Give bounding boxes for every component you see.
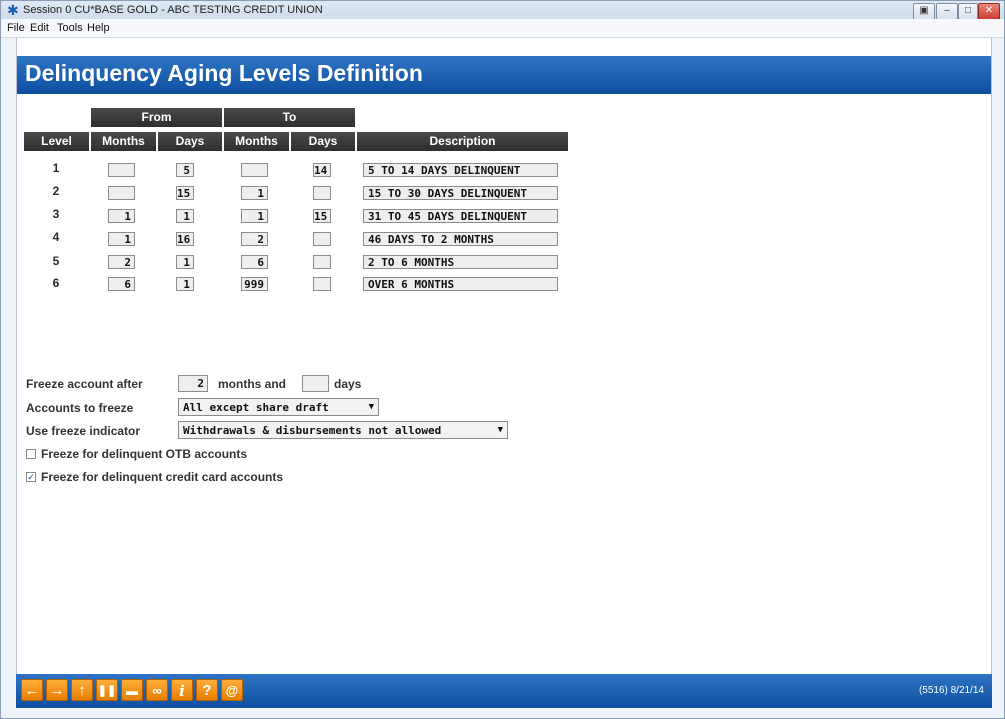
app-window: ✱ Session 0 CU*BASE GOLD - ABC TESTING C… xyxy=(0,0,1005,719)
row-level: 4 xyxy=(52,230,60,244)
from-days-input[interactable]: 5 xyxy=(176,163,194,177)
row-level: 5 xyxy=(52,254,60,268)
credit-card-checkbox[interactable]: ✓ xyxy=(26,472,36,482)
from-days-input[interactable]: 1 xyxy=(176,209,194,223)
minimize-button[interactable]: – xyxy=(936,3,958,20)
version-text: (5516) 8/21/14 xyxy=(918,685,984,696)
accounts-to-freeze-select[interactable]: All except share draft ▼ xyxy=(178,398,379,416)
header-to-days: Days xyxy=(291,132,355,151)
at-icon[interactable]: @ xyxy=(221,679,243,701)
up-arrow-icon[interactable]: ↑ xyxy=(71,679,93,701)
row-level: 6 xyxy=(52,276,60,290)
from-days-input[interactable]: 16 xyxy=(176,232,194,246)
from-days-input[interactable]: 15 xyxy=(176,186,194,200)
header-description: Description xyxy=(357,132,568,151)
page-title: Delinquency Aging Levels Definition xyxy=(25,60,423,86)
from-months-input[interactable]: 2 xyxy=(108,255,135,269)
freeze-days-input[interactable] xyxy=(302,375,329,392)
footer-toolbar: ← → ↑ ❚❚ ▬ ∞ i ? @ (5516) 8/21/14 xyxy=(16,674,992,708)
header-level: Level xyxy=(24,132,89,151)
credit-card-label: Freeze for delinquent credit card accoun… xyxy=(41,470,284,484)
to-months-input[interactable]: 2 xyxy=(241,232,268,246)
description-input[interactable]: 46 DAYS TO 2 MONTHS xyxy=(363,232,558,246)
description-input[interactable]: OVER 6 MONTHS xyxy=(363,277,558,291)
otb-label: Freeze for delinquent OTB accounts xyxy=(41,447,248,461)
chevron-down-icon: ▼ xyxy=(368,402,374,412)
to-days-input[interactable] xyxy=(313,232,331,246)
to-months-input[interactable] xyxy=(241,163,268,177)
freeze-indicator-value: Withdrawals & disbursements not allowed xyxy=(183,424,442,437)
header-from: From xyxy=(91,108,222,127)
menu-edit[interactable]: Edit xyxy=(30,22,49,34)
to-days-input[interactable]: 15 xyxy=(313,209,331,223)
header-to: To xyxy=(224,108,355,127)
info-icon[interactable]: i xyxy=(171,679,193,701)
from-days-input[interactable]: 1 xyxy=(176,277,194,291)
restore-icon[interactable]: ▣ xyxy=(913,3,935,20)
forward-arrow-icon[interactable]: → xyxy=(46,679,68,701)
menu-bar: File Edit Tools Help xyxy=(1,19,1004,38)
menu-file[interactable]: File xyxy=(7,22,25,34)
row-level: 3 xyxy=(52,207,60,221)
help-icon[interactable]: ? xyxy=(196,679,218,701)
to-months-input[interactable]: 1 xyxy=(241,209,268,223)
main-content: Delinquency Aging Levels Definition From… xyxy=(16,38,992,674)
from-months-input[interactable] xyxy=(108,186,135,200)
print-icon[interactable]: ▬ xyxy=(121,679,143,701)
description-input[interactable]: 15 TO 30 DAYS DELINQUENT xyxy=(363,186,558,200)
to-days-input[interactable]: 14 xyxy=(313,163,331,177)
to-months-input[interactable]: 6 xyxy=(241,255,268,269)
maximize-button[interactable]: □ xyxy=(958,3,978,20)
description-input[interactable]: 31 TO 45 DAYS DELINQUENT xyxy=(363,209,558,223)
close-button[interactable]: ✕ xyxy=(978,3,1000,20)
from-months-input[interactable]: 1 xyxy=(108,209,135,223)
chevron-down-icon: ▼ xyxy=(497,425,503,435)
description-input[interactable]: 2 TO 6 MONTHS xyxy=(363,255,558,269)
header-from-days: Days xyxy=(158,132,222,151)
header-to-months: Months xyxy=(224,132,289,151)
to-months-input[interactable]: 999 xyxy=(241,277,268,291)
otb-checkbox[interactable] xyxy=(26,449,36,459)
pause-icon[interactable]: ❚❚ xyxy=(96,679,118,701)
freeze-indicator-label: Use freeze indicator xyxy=(26,424,141,438)
to-months-input[interactable]: 1 xyxy=(241,186,268,200)
freeze-after-label: Freeze account after xyxy=(26,377,143,391)
page-banner: Delinquency Aging Levels Definition xyxy=(17,56,991,94)
from-months-input[interactable] xyxy=(108,163,135,177)
window-title: Session 0 CU*BASE GOLD - ABC TESTING CRE… xyxy=(23,4,323,16)
menu-help[interactable]: Help xyxy=(87,22,110,34)
to-days-input[interactable] xyxy=(313,277,331,291)
accounts-to-freeze-label: Accounts to freeze xyxy=(26,401,134,415)
from-days-input[interactable]: 1 xyxy=(176,255,194,269)
menu-tools[interactable]: Tools xyxy=(57,22,83,34)
description-input[interactable]: 5 TO 14 DAYS DELINQUENT xyxy=(363,163,558,177)
back-arrow-icon[interactable]: ← xyxy=(21,679,43,701)
from-months-input[interactable]: 1 xyxy=(108,232,135,246)
from-months-input[interactable]: 6 xyxy=(108,277,135,291)
link-icon[interactable]: ∞ xyxy=(146,679,168,701)
row-level: 1 xyxy=(52,161,60,175)
checkmark-icon: ✓ xyxy=(27,472,35,482)
to-days-input[interactable] xyxy=(313,255,331,269)
freeze-indicator-select[interactable]: Withdrawals & disbursements not allowed … xyxy=(178,421,508,439)
accounts-to-freeze-value: All except share draft xyxy=(183,401,329,414)
header-from-months: Months xyxy=(91,132,156,151)
freeze-months-input[interactable]: 2 xyxy=(178,375,208,392)
days-label: days xyxy=(334,377,362,391)
title-bar: ✱ Session 0 CU*BASE GOLD - ABC TESTING C… xyxy=(1,1,1004,20)
to-days-input[interactable] xyxy=(313,186,331,200)
app-logo-icon: ✱ xyxy=(7,2,19,18)
row-level: 2 xyxy=(52,184,60,198)
months-and-label: months and xyxy=(218,377,286,391)
